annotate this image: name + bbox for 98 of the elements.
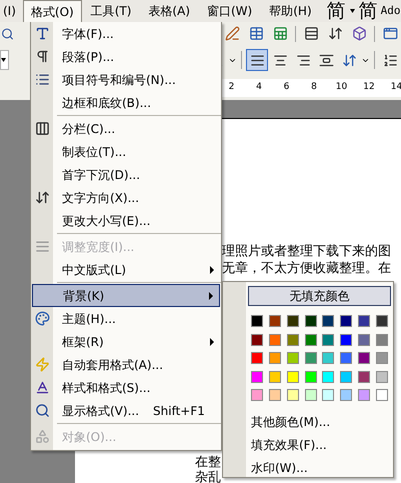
ruler-number: 10 [334, 83, 348, 92]
color-swatch[interactable] [322, 389, 334, 401]
menu-item[interactable]: 样式和格式(S)... [32, 376, 220, 399]
menu-bar-item[interactable]: 窗口(W) [199, 0, 260, 22]
menu-item[interactable]: 更改大小写(E)... [32, 209, 220, 232]
menu-item[interactable]: 项目符号和编号(N)... [32, 68, 220, 91]
menu-item[interactable]: 水印(W)... [246, 456, 393, 479]
menu-item[interactable]: 主题(H)... [32, 307, 220, 330]
document-text: 在整 [195, 455, 221, 470]
menu-bar-item[interactable]: Ado [380, 2, 400, 20]
menu-item[interactable]: 文字方向(X)... [32, 186, 220, 209]
font-field[interactable] [0, 50, 9, 70]
list-icon [35, 72, 50, 87]
width-icon [35, 239, 50, 254]
color-swatch[interactable] [358, 334, 370, 346]
color-swatch[interactable] [251, 334, 263, 346]
color-swatch[interactable] [358, 370, 370, 382]
color-swatch[interactable] [376, 389, 388, 401]
color-swatch[interactable] [358, 389, 370, 401]
color-swatch[interactable] [376, 315, 388, 327]
font-icon [35, 26, 50, 41]
text-direction-icon [35, 190, 50, 205]
color-swatch[interactable] [340, 370, 352, 382]
color-swatch[interactable] [251, 389, 263, 401]
color-swatch[interactable] [286, 370, 299, 382]
color-swatch[interactable] [340, 334, 352, 346]
menu-item[interactable]: 边框和底纹(B)... [32, 91, 220, 114]
ruler-number: 8 [310, 83, 318, 92]
ruler-number: 4 [255, 83, 263, 92]
magnifier-icon [35, 403, 50, 418]
menu-item[interactable]: 其他颜色(M)... [246, 410, 393, 433]
color-swatch[interactable] [340, 315, 352, 327]
color-swatch[interactable] [268, 315, 281, 327]
menu-item[interactable]: 段落(P)... [32, 45, 220, 68]
color-swatch[interactable] [268, 334, 281, 346]
no-fill-button[interactable]: 无填充颜色 [248, 286, 391, 306]
color-swatch[interactable] [358, 352, 370, 364]
color-swatch[interactable] [376, 370, 388, 382]
font-style-icon [35, 380, 50, 395]
lightning-icon [35, 357, 50, 372]
menu-item[interactable]: 框架(R) [32, 330, 220, 353]
menu-item[interactable]: 中文版式(L) [32, 258, 220, 281]
traditional-button[interactable]: 简 [358, 2, 378, 20]
ruler-number: 6 [282, 83, 290, 92]
color-swatch[interactable] [251, 370, 263, 382]
document-text: 杂乱 [195, 470, 221, 483]
color-swatch[interactable] [304, 334, 316, 346]
menu-item[interactable]: 填充效果(F)... [246, 433, 393, 456]
color-swatch[interactable] [286, 389, 299, 401]
color-swatch[interactable] [340, 352, 352, 364]
menu-bar-item[interactable]: 工具(T) [82, 0, 140, 22]
menu-item[interactable]: 显示格式(V)... Shift+F1 [32, 399, 220, 422]
align-icon[interactable] [246, 49, 268, 71]
print-preview-icon[interactable] [1, 26, 14, 40]
color-swatch[interactable] [268, 370, 281, 382]
color-swatch[interactable] [322, 315, 334, 327]
submenu-arrow-icon [209, 292, 213, 300]
color-swatch[interactable] [304, 315, 316, 327]
color-swatch[interactable] [268, 389, 281, 401]
simplified-button[interactable]: 简 [326, 2, 346, 20]
color-swatch[interactable] [251, 315, 263, 327]
color-swatch[interactable] [340, 389, 352, 401]
menu-bar-item[interactable]: 格式(O) [22, 0, 82, 22]
menu-item[interactable]: 字体(F)... [32, 22, 220, 45]
ruler-number: 2 [228, 83, 236, 92]
color-swatch[interactable] [304, 370, 316, 382]
menu-item[interactable]: 制表位(T)... [32, 140, 220, 163]
document-text: 理照片或者整理下载下来的图 [222, 243, 391, 260]
color-swatch[interactable] [322, 370, 334, 382]
caret-icon[interactable] [350, 9, 355, 13]
columns-icon [35, 121, 50, 136]
document-text: 无章，不太方便收藏整理。在 [222, 260, 391, 277]
color-swatch[interactable] [322, 352, 334, 364]
color-swatch[interactable] [286, 352, 299, 364]
menu-bar-item[interactable]: 表格(A) [140, 0, 198, 22]
color-swatch[interactable] [286, 315, 299, 327]
menu-item[interactable]: 背景(K) [32, 284, 220, 307]
color-swatch[interactable] [304, 352, 316, 364]
caret-icon [1, 58, 6, 62]
color-swatch[interactable] [322, 334, 334, 346]
menu-item[interactable]: 分栏(C)... [32, 117, 220, 140]
color-swatch[interactable] [268, 352, 281, 364]
submenu-arrow-icon [210, 266, 214, 274]
submenu-arrow-icon [210, 338, 214, 346]
menu-bar-item[interactable]: 帮助(H) [261, 0, 320, 22]
shapes-icon [35, 429, 50, 444]
color-swatch[interactable] [304, 389, 316, 401]
ruler-number: 12 [362, 83, 376, 92]
color-swatch[interactable] [251, 352, 263, 364]
color-swatch[interactable] [376, 352, 388, 364]
menu-item[interactable]: 自动套用格式(A)... [32, 353, 220, 376]
color-swatch[interactable] [358, 315, 370, 327]
menu-item[interactable]: 首字下沉(D)... [32, 163, 220, 186]
menu-bar-item[interactable]: (I) [0, 0, 23, 22]
paragraph-icon [35, 49, 50, 64]
palette-icon [35, 311, 50, 326]
color-swatch[interactable] [376, 334, 388, 346]
color-swatch[interactable] [286, 334, 299, 346]
